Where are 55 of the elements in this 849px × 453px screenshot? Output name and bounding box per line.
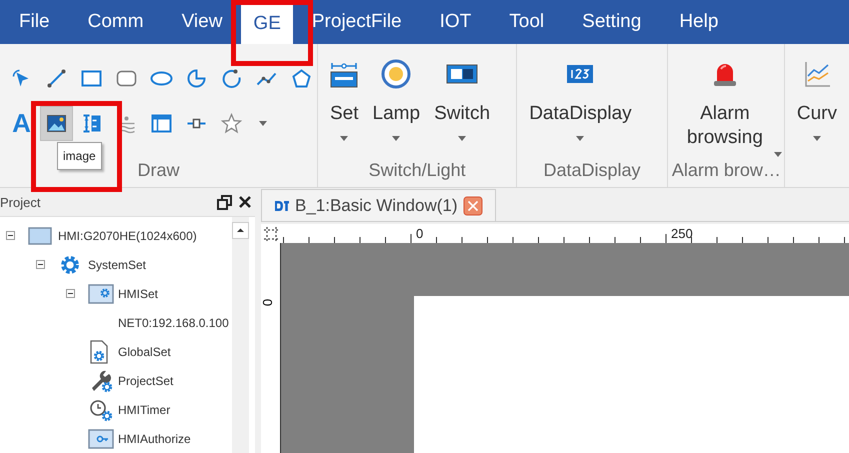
ribbon-button[interactable]: Switch (434, 54, 490, 157)
ribbon-button[interactable]: Alarm browsing (680, 54, 782, 157)
tab-label: B_1:Basic Window(1) (295, 196, 458, 216)
monitor-gear-icon (88, 282, 114, 304)
tree-item[interactable]: SystemSet (88, 258, 146, 272)
menu-item[interactable]: ProjectFile (292, 0, 421, 44)
switch-icon (446, 63, 478, 85)
ruler-label: 0 (416, 226, 424, 241)
tree-item[interactable]: ProjectSet (118, 374, 174, 388)
caret-icon[interactable] (259, 120, 267, 126)
menu-item[interactable]: View (162, 0, 242, 44)
menu-item[interactable]: IOT (420, 0, 490, 44)
menu-item[interactable]: File (0, 0, 69, 44)
collapse-toggle[interactable] (66, 289, 75, 298)
ribbon-button[interactable]: Lamp (372, 54, 420, 157)
tree-item[interactable]: HMITimer (118, 402, 170, 416)
image-icon[interactable] (41, 107, 72, 140)
group-label: Draw (136, 159, 180, 182)
window-icon (274, 198, 290, 212)
lamp-icon (381, 59, 412, 89)
tree-item[interactable]: GlobalSet (118, 344, 171, 358)
menu-item[interactable]: GE (241, 4, 293, 44)
group-label: Alarm brow… (672, 159, 780, 182)
restore-icon[interactable] (217, 194, 233, 210)
ruler-label: 0 (260, 298, 276, 306)
group-label: Switch/Light (368, 159, 467, 182)
text-tool[interactable]: A (6, 107, 37, 140)
tree-item[interactable]: NET0:192.168.0.100 (118, 316, 229, 330)
ribbon-button[interactable]: DataDisplay (529, 54, 632, 157)
ribbon-button[interactable]: Set (330, 54, 359, 157)
monitor-icon (28, 226, 52, 246)
scroll-up-icon[interactable] (232, 222, 249, 239)
tree-item[interactable]: HMIAuthorize (118, 432, 191, 446)
tree-item[interactable]: HMI:G2070HE(1024x600) (58, 228, 197, 242)
collapse-toggle[interactable] (6, 231, 15, 240)
panel-title: Project (0, 194, 42, 210)
menu-item[interactable]: Help (660, 0, 738, 44)
close-icon[interactable] (238, 195, 252, 209)
ribbon-button[interactable]: Curv (796, 54, 837, 187)
menu-item[interactable]: Tool (490, 0, 564, 44)
menu-item[interactable]: Setting (563, 0, 660, 44)
scrollbar[interactable] (232, 217, 249, 453)
menu-item[interactable]: Comm (68, 0, 163, 44)
ruler-label: 250 (671, 226, 693, 241)
tree-item[interactable]: HMISet (118, 286, 158, 300)
ruler-origin-icon (261, 224, 281, 243)
group-label: DataDisplay (542, 159, 642, 182)
document-gear-icon (88, 338, 110, 364)
document-tab[interactable]: B_1:Basic Window(1) (261, 189, 496, 221)
collapse-toggle[interactable] (36, 260, 45, 269)
tooltip: image (57, 142, 102, 170)
monitor-key-icon (88, 428, 114, 450)
setting-control-icon (330, 60, 358, 88)
line-chart-icon (804, 60, 830, 88)
number-display-icon (566, 63, 594, 85)
